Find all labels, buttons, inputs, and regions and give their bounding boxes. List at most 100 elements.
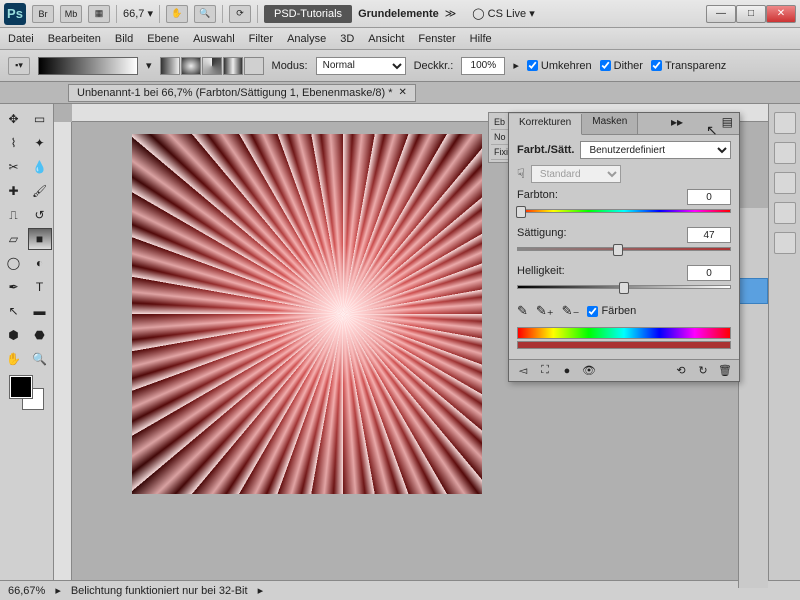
hue-slider[interactable] — [517, 207, 731, 217]
workspace-psd-tutorials[interactable]: PSD-Tutorials — [264, 5, 352, 23]
zoom-button[interactable]: 🔍 — [194, 5, 216, 23]
3d-camera-tool[interactable]: ⬣ — [28, 324, 52, 346]
menu-filter[interactable]: Filter — [249, 33, 273, 45]
eyedropper-subtract-icon[interactable]: ✎₋ — [562, 303, 580, 319]
range-select[interactable]: Standard — [531, 165, 621, 183]
minibridge-button[interactable]: Mb — [60, 5, 82, 23]
status-zoom[interactable]: 66,67% — [8, 585, 45, 597]
right-dock — [768, 104, 800, 580]
document-tab[interactable]: Unbenannt-1 bei 66,7% (Farbton/Sättigung… — [68, 84, 416, 102]
close-button[interactable]: ✕ — [766, 5, 796, 23]
menu-ansicht[interactable]: Ansicht — [368, 33, 404, 45]
modus-select[interactable]: Normal — [316, 57, 406, 75]
foreground-color-swatch[interactable] — [10, 376, 32, 398]
panel-expand-icon[interactable]: ▸▸ — [665, 113, 689, 134]
menu-fenster[interactable]: Fenster — [418, 33, 455, 45]
heal-tool[interactable]: ✚ — [2, 180, 26, 202]
shape-tool[interactable]: ▬ — [28, 300, 52, 322]
hand-button[interactable]: ✋ — [166, 5, 188, 23]
reset-icon[interactable]: ↻ — [695, 364, 711, 378]
history-brush-tool[interactable]: ↺ — [28, 204, 52, 226]
reflected-gradient-button[interactable] — [223, 57, 243, 75]
menu-datei[interactable]: Datei — [8, 33, 34, 45]
zoom-tool[interactable]: 🔍 — [28, 348, 52, 370]
eyedropper-tool[interactable]: 💧 — [28, 156, 52, 178]
colorize-checkbox[interactable]: Färben — [587, 305, 636, 317]
crop-tool[interactable]: ✂ — [2, 156, 26, 178]
3d-tool[interactable]: ⬢ — [2, 324, 26, 346]
maximize-button[interactable]: □ — [736, 5, 766, 23]
radial-gradient-button[interactable] — [181, 57, 201, 75]
previous-state-icon[interactable]: ⟲ — [673, 364, 689, 378]
scrubby-hand-icon[interactable]: ☟ — [517, 166, 525, 182]
umkehren-checkbox[interactable]: Umkehren — [527, 60, 592, 72]
angle-gradient-button[interactable] — [202, 57, 222, 75]
tool-preset-picker[interactable]: ▪▾ — [8, 57, 30, 75]
saturation-slider[interactable] — [517, 245, 731, 255]
gradient-picker[interactable] — [38, 57, 138, 75]
marquee-tool[interactable]: ▭ — [28, 108, 52, 130]
panel-menu-icon[interactable]: ▤ — [716, 113, 739, 134]
dock-layers-icon[interactable] — [774, 112, 796, 134]
dock-paths-icon[interactable] — [774, 172, 796, 194]
expand-icon[interactable]: ⛶ — [537, 364, 553, 378]
lasso-tool[interactable]: ⌇ — [2, 132, 26, 154]
eraser-tool[interactable]: ▱ — [2, 228, 26, 250]
hue-input[interactable] — [687, 189, 731, 205]
dodge-tool[interactable]: ◐ — [28, 252, 52, 274]
menu-auswahl[interactable]: Auswahl — [193, 33, 235, 45]
gradient-dropdown[interactable]: ▾ — [146, 59, 152, 72]
dock-history-icon[interactable] — [774, 202, 796, 224]
path-tool[interactable]: ↖ — [2, 300, 26, 322]
rotate-button[interactable]: ⟳ — [229, 5, 251, 23]
dock-channels-icon[interactable] — [774, 142, 796, 164]
blur-tool[interactable]: ◯ — [2, 252, 26, 274]
workspace-grundelemente[interactable]: Grundelemente — [358, 8, 439, 20]
bridge-button[interactable]: Br — [32, 5, 54, 23]
menu-3d[interactable]: 3D — [340, 33, 354, 45]
delete-icon[interactable]: 🗑 — [717, 364, 733, 378]
lightness-slider[interactable] — [517, 283, 731, 293]
canvas-content — [132, 134, 482, 494]
eyedropper-add-icon[interactable]: ✎₊ — [536, 303, 554, 319]
hand-tool[interactable]: ✋ — [2, 348, 26, 370]
minimize-button[interactable]: — — [706, 5, 736, 23]
canvas[interactable] — [132, 134, 482, 494]
menubar: Datei Bearbeiten Bild Ebene Auswahl Filt… — [0, 28, 800, 50]
tab-korrekturen[interactable]: Korrekturen — [509, 114, 582, 135]
zoom-display[interactable]: 66,7 ▾ — [123, 7, 153, 20]
menu-bearbeiten[interactable]: Bearbeiten — [48, 33, 101, 45]
linear-gradient-button[interactable] — [160, 57, 180, 75]
dock-actions-icon[interactable] — [774, 232, 796, 254]
workspace-more[interactable]: ≫ — [445, 7, 457, 20]
menu-hilfe[interactable]: Hilfe — [470, 33, 492, 45]
visibility-icon[interactable]: 👁 — [581, 364, 597, 378]
clip-icon[interactable]: ● — [559, 364, 575, 378]
close-document-icon[interactable]: ✕ — [399, 87, 407, 98]
stamp-tool[interactable]: ⎍ — [2, 204, 26, 226]
color-swatches[interactable] — [10, 376, 44, 410]
move-tool[interactable]: ✥ — [2, 108, 26, 130]
back-icon[interactable]: ◅ — [515, 364, 531, 378]
eyedropper-icon[interactable]: ✎ — [517, 303, 528, 319]
lightness-input[interactable] — [687, 265, 731, 281]
options-bar: ▪▾ ▾ Modus: Normal Deckkr.: ▸ Umkehren D… — [0, 50, 800, 82]
gradient-tool[interactable]: ■ — [28, 228, 52, 250]
ruler-vertical[interactable] — [54, 122, 72, 580]
menu-analyse[interactable]: Analyse — [287, 33, 326, 45]
dither-checkbox[interactable]: Dither — [600, 60, 643, 72]
menu-bild[interactable]: Bild — [115, 33, 133, 45]
arrange-button[interactable]: ▦ — [88, 5, 110, 23]
saturation-input[interactable] — [687, 227, 731, 243]
type-tool[interactable]: T — [28, 276, 52, 298]
deckkr-input[interactable] — [461, 57, 505, 75]
wand-tool[interactable]: ✦ — [28, 132, 52, 154]
menu-ebene[interactable]: Ebene — [147, 33, 179, 45]
pen-tool[interactable]: ✒ — [2, 276, 26, 298]
selected-layer-indicator[interactable] — [739, 278, 768, 304]
tab-masken[interactable]: Masken — [582, 113, 638, 134]
preset-select[interactable]: Benutzerdefiniert — [580, 141, 731, 159]
brush-tool[interactable]: 🖌 — [28, 180, 52, 202]
diamond-gradient-button[interactable] — [244, 57, 264, 75]
transparenz-checkbox[interactable]: Transparenz — [651, 60, 726, 72]
